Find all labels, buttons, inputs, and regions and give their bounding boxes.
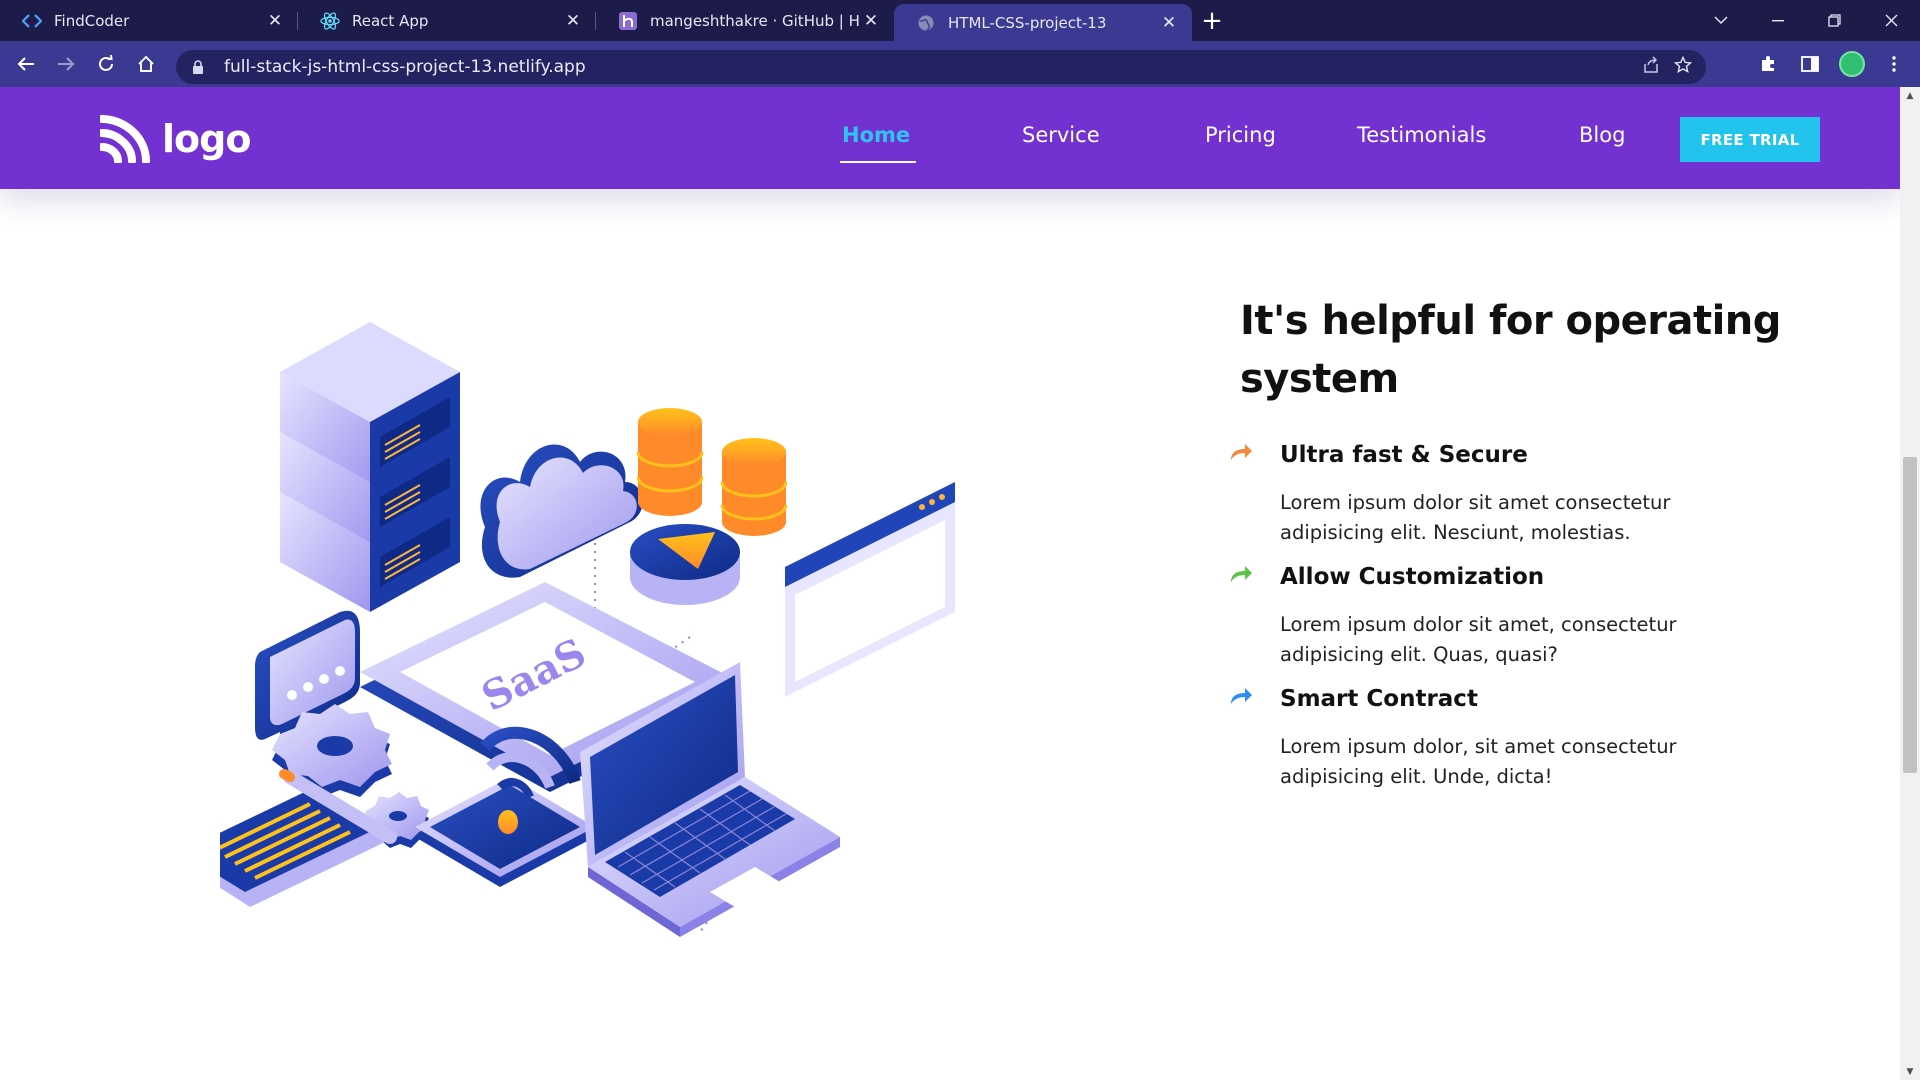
web-page: logo Home Service Pricing Testimonials B…: [0, 87, 1900, 1080]
scroll-up-icon[interactable]: ▲: [1900, 87, 1920, 104]
address-bar-actions: [1642, 50, 1693, 84]
notepad-graphic: [220, 769, 397, 907]
curved-arrow-icon: [1231, 566, 1252, 582]
server-stack-graphic: [280, 322, 460, 612]
browser-toolbar-actions: [1750, 41, 1912, 87]
scroll-down-icon[interactable]: ▼: [1900, 1063, 1920, 1080]
back-arrow-icon[interactable]: [6, 41, 46, 87]
profile-avatar[interactable]: [1834, 46, 1870, 82]
tab-search-icon[interactable]: [1692, 0, 1749, 41]
coins-graphic: [636, 408, 788, 536]
reload-icon[interactable]: [86, 41, 126, 87]
browser-tab-react-app[interactable]: React App ✕: [298, 0, 596, 41]
page-scrollbar[interactable]: ▲ ▼: [1900, 87, 1920, 1080]
nav-blog[interactable]: Blog: [1579, 123, 1625, 147]
globe-icon: [916, 13, 936, 33]
feature-item: Ultra fast & Secure Lorem ipsum dolor si…: [1231, 440, 1800, 548]
share-icon[interactable]: [1642, 56, 1660, 78]
close-tab-icon[interactable]: ✕: [1158, 12, 1180, 34]
cloud-graphic: [480, 444, 643, 578]
feature-item: Smart Contract Lorem ipsum dolor, sit am…: [1231, 684, 1800, 792]
feature-title: Ultra fast & Secure: [1280, 442, 1528, 468]
side-panel-icon[interactable]: [1792, 46, 1828, 82]
feature-description: Lorem ipsum dolor, sit amet consectetur …: [1280, 735, 1677, 788]
browser-tab-strip: FindCoder ✕ React App ✕ mangeshthakre · …: [0, 0, 1920, 41]
home-icon[interactable]: [126, 41, 166, 87]
browser-window-graphic: [785, 482, 955, 697]
minimize-icon[interactable]: [1749, 0, 1806, 41]
feature-title: Allow Customization: [1280, 564, 1545, 590]
feature-list: Ultra fast & Secure Lorem ipsum dolor si…: [1231, 440, 1800, 792]
tab-title: React App: [352, 11, 429, 30]
address-bar[interactable]: full-stack-js-html-css-project-13.netlif…: [176, 50, 1706, 84]
features-section: It's helpful for operating system Ultra …: [1231, 292, 1800, 806]
lock-icon[interactable]: [192, 59, 210, 75]
extensions-puzzle-icon[interactable]: [1750, 46, 1786, 82]
feature-item: Allow Customization Lorem ipsum dolor si…: [1231, 562, 1800, 670]
nav-home[interactable]: Home: [839, 123, 917, 163]
heroku-icon: [618, 11, 638, 31]
nav-testimonials[interactable]: Testimonials: [1357, 123, 1486, 147]
phone-wifi-graphic: [415, 726, 595, 887]
new-tab-button[interactable]: +: [1192, 0, 1232, 41]
close-window-icon[interactable]: [1863, 0, 1920, 41]
browser-tab-heroku[interactable]: mangeshthakre · GitHub | Heroku ✕: [596, 0, 894, 41]
feature-description: Lorem ipsum dolor sit amet, consectetur …: [1280, 613, 1677, 666]
url-text: full-stack-js-html-css-project-13.netlif…: [224, 57, 586, 77]
tab-title: HTML-CSS-project-13: [948, 13, 1107, 32]
curved-arrow-icon: [1231, 688, 1252, 704]
section-heading: It's helpful for operating system: [1240, 298, 1781, 402]
main-nav: Home Service Pricing Testimonials Blog: [0, 87, 1900, 189]
free-trial-button[interactable]: FREE TRIAL: [1680, 117, 1820, 162]
feature-title: Smart Contract: [1280, 686, 1478, 712]
code-brackets-icon: [22, 11, 42, 31]
restore-icon[interactable]: [1806, 0, 1863, 41]
close-tab-icon[interactable]: ✕: [264, 10, 286, 32]
scrollbar-thumb[interactable]: [1903, 457, 1917, 773]
site-header: logo Home Service Pricing Testimonials B…: [0, 87, 1900, 189]
curved-arrow-icon: [1231, 444, 1252, 460]
play-disc-graphic: [630, 524, 740, 605]
browser-tab-findcoder[interactable]: FindCoder ✕: [0, 0, 298, 41]
nav-service[interactable]: Service: [1022, 123, 1100, 147]
window-controls: [1692, 0, 1920, 41]
nav-pricing[interactable]: Pricing: [1205, 123, 1276, 147]
close-tab-icon[interactable]: ✕: [562, 10, 584, 32]
tab-title: mangeshthakre · GitHub | Heroku: [650, 11, 860, 30]
react-icon: [320, 11, 340, 31]
tab-title: FindCoder: [54, 11, 130, 30]
bookmark-star-icon[interactable]: [1673, 55, 1693, 78]
browser-tab-html-css-project[interactable]: HTML-CSS-project-13 ✕: [894, 4, 1192, 41]
forward-arrow-icon[interactable]: [46, 41, 86, 87]
more-menu-icon[interactable]: [1876, 46, 1912, 82]
close-tab-icon[interactable]: ✕: [860, 10, 882, 32]
feature-description: Lorem ipsum dolor sit amet consectetur a…: [1280, 491, 1671, 544]
saas-isometric-illustration: SaaS: [220, 322, 955, 937]
